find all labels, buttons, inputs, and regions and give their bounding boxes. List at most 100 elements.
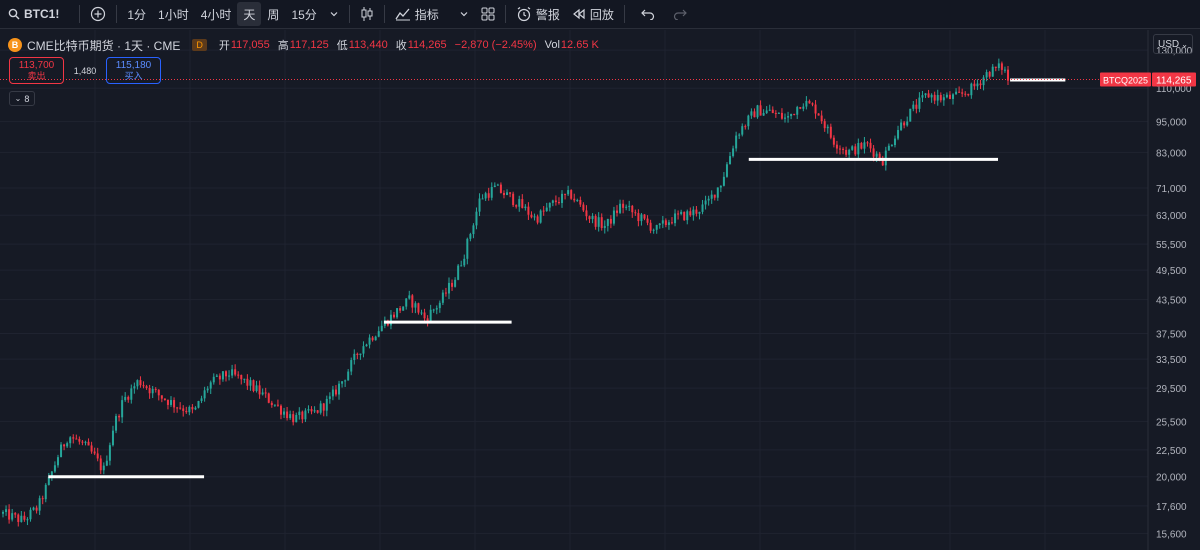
sell-button[interactable]: 113,700 卖出 — [9, 57, 64, 84]
candle-body — [619, 203, 622, 213]
candle-body — [307, 409, 310, 411]
candle-body — [710, 194, 713, 199]
candle-body — [707, 198, 710, 201]
open-value: 117,055 — [230, 39, 270, 51]
candle-body — [845, 149, 848, 155]
candle-body — [170, 400, 173, 405]
y-tick-label: 55,500 — [1156, 240, 1187, 251]
candle-body — [331, 389, 334, 397]
candle-body — [664, 220, 667, 225]
price-chart[interactable]: 130,000110,00095,00083,00071,00063,00055… — [0, 0, 1200, 550]
candle-body — [405, 298, 408, 307]
candle-body — [851, 146, 854, 150]
candle-body — [606, 218, 609, 226]
candle-body — [231, 369, 234, 376]
candle-body — [124, 396, 127, 401]
candle-body — [478, 198, 481, 212]
candle-body — [918, 97, 921, 109]
candle-body — [243, 378, 246, 380]
candle-body — [457, 265, 460, 280]
candle-body — [634, 212, 637, 214]
candle-body — [860, 142, 863, 149]
candle-body — [157, 389, 160, 396]
candle-body — [842, 148, 845, 150]
volume-value: 12.65 K — [560, 39, 599, 51]
candle-body — [493, 185, 496, 187]
candle-body — [796, 107, 799, 115]
candle-body — [582, 204, 585, 211]
currency-select[interactable]: USD ⌄ — [1153, 34, 1193, 54]
candle-body — [945, 94, 948, 98]
candle-body — [108, 445, 111, 461]
candle-body — [203, 390, 206, 399]
candle-body — [1003, 69, 1006, 71]
candle-body — [371, 337, 374, 341]
candle-body — [689, 211, 692, 216]
candle-body — [142, 385, 145, 387]
candle-body — [823, 121, 826, 129]
candle-body — [729, 156, 732, 165]
candle-body — [267, 393, 270, 403]
candle-body — [646, 218, 649, 223]
candle-body — [380, 325, 383, 332]
candle-body — [787, 116, 790, 118]
data-badge: D — [192, 39, 207, 51]
candle-body — [753, 111, 756, 118]
candle-body — [2, 511, 4, 514]
bitcoin-logo-icon: B — [8, 38, 22, 52]
candle-body — [26, 519, 29, 521]
candle-body — [784, 117, 787, 119]
candle-body — [640, 214, 643, 222]
candle-body — [139, 380, 142, 386]
candle-body — [356, 353, 359, 356]
candle-body — [542, 210, 545, 212]
volume-key: Vol — [544, 39, 560, 51]
candle-body — [176, 407, 179, 409]
candle-body — [683, 211, 686, 221]
candle-body — [304, 410, 307, 420]
candle-body — [900, 122, 903, 131]
candle-body — [182, 408, 185, 411]
candle-body — [301, 411, 304, 420]
candle-body — [579, 199, 582, 205]
candle-body — [643, 214, 646, 219]
buy-button[interactable]: 115,180 买入 — [106, 57, 161, 84]
candle-body — [857, 142, 860, 155]
candle-body — [447, 282, 450, 294]
indicator-count: 8 — [24, 93, 30, 104]
candle-body — [793, 113, 796, 115]
candle-body — [81, 441, 84, 443]
candle-body — [869, 142, 872, 149]
candle-body — [768, 109, 771, 111]
y-tick-label: 83,000 — [1156, 148, 1187, 159]
candle-body — [780, 112, 783, 119]
candle-body — [527, 206, 530, 215]
candle-body — [686, 211, 689, 221]
symbol-title[interactable]: CME比特币期货 · 1天 · CME — [27, 37, 180, 54]
candle-body — [713, 194, 716, 198]
candle-body — [533, 216, 536, 218]
candle-body — [863, 142, 866, 149]
candle-body — [991, 66, 994, 77]
candle-body — [906, 121, 909, 126]
buy-label: 买入 — [124, 70, 143, 81]
candle-body — [881, 160, 884, 166]
candle-body — [389, 314, 392, 326]
currency-label: USD — [1158, 38, 1180, 50]
candle-body — [1007, 69, 1009, 81]
candle-body — [585, 210, 588, 217]
candle-body — [313, 410, 316, 412]
candle-body — [20, 515, 23, 522]
candle-body — [936, 95, 939, 101]
candle-body — [163, 398, 166, 401]
collapse-indicators-button[interactable]: ⌄ 8 — [9, 91, 35, 106]
candle-body — [255, 385, 258, 392]
contract-label: BTCQ2025 — [1103, 76, 1148, 86]
candle-body — [279, 405, 282, 415]
candle-body — [964, 93, 967, 95]
candle-body — [832, 137, 835, 145]
candle-body — [234, 369, 237, 375]
candle-body — [252, 380, 255, 392]
candle-body — [539, 210, 542, 223]
candle-body — [160, 395, 163, 399]
